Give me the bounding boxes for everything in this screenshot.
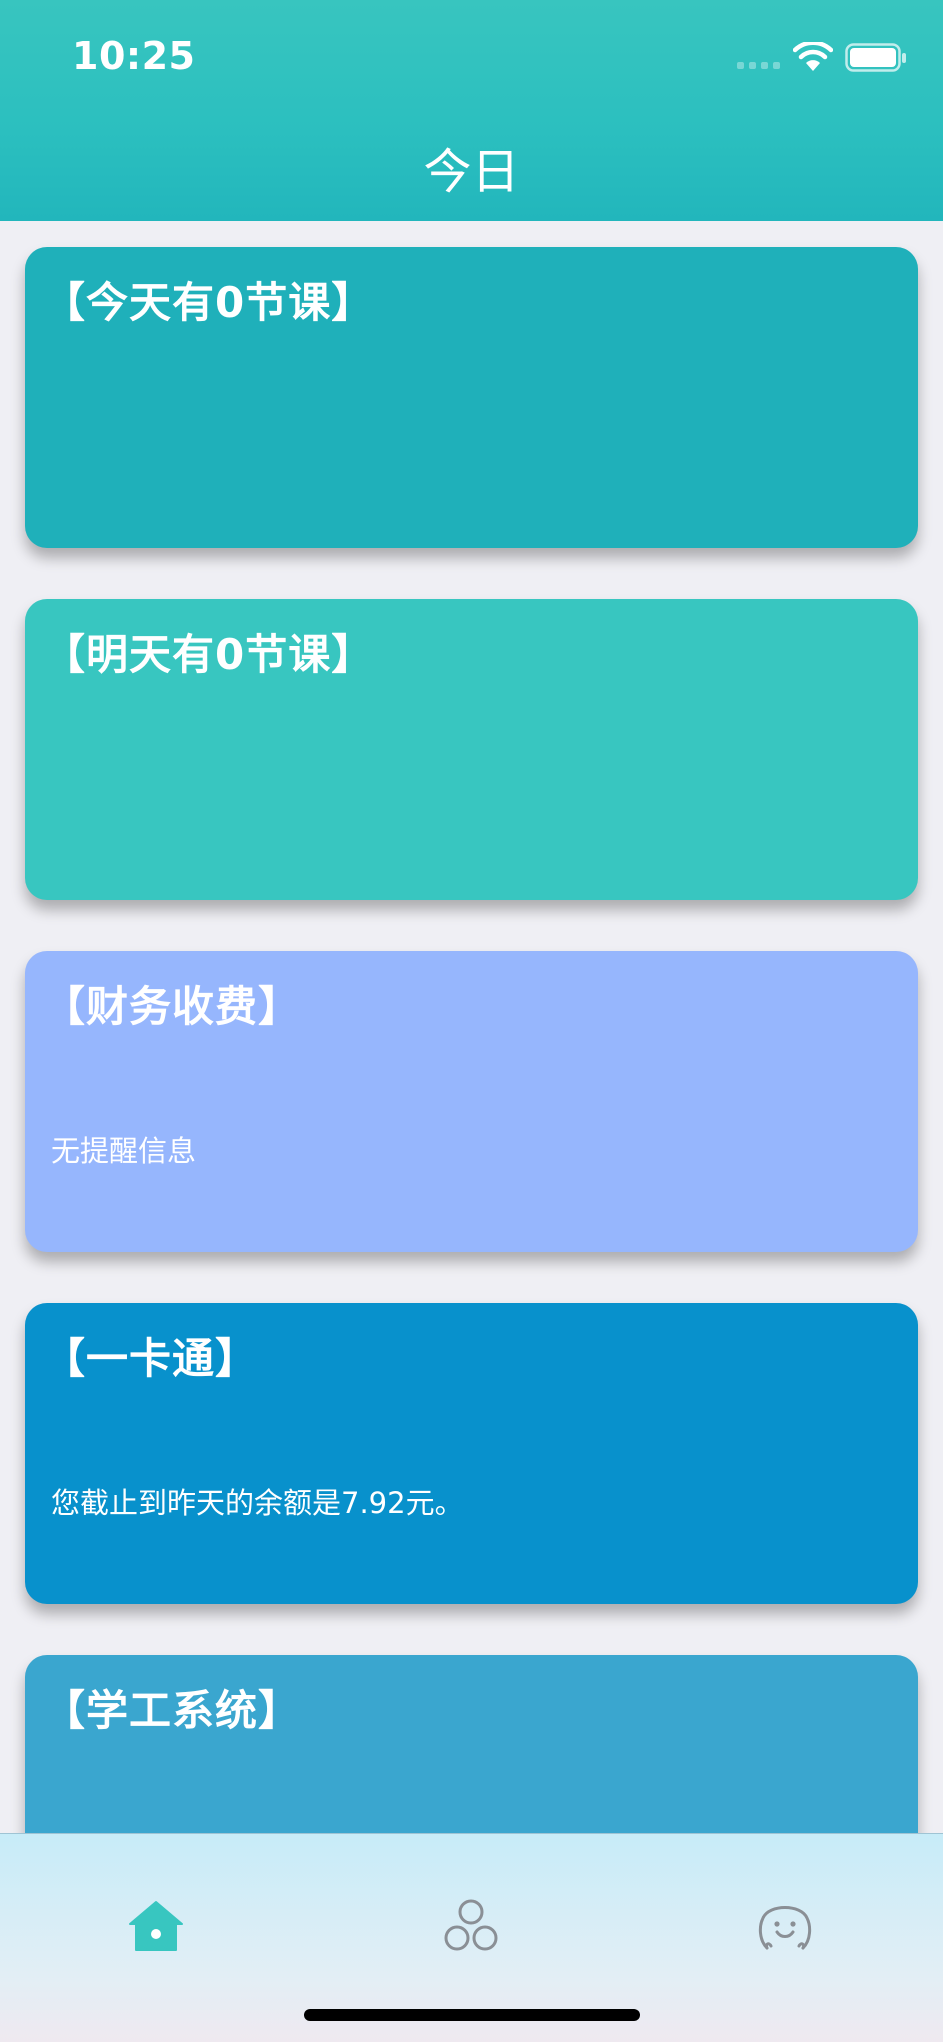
circles-icon	[444, 1899, 498, 1951]
card-title: 【一卡通】	[43, 1334, 259, 1383]
signal-icon	[737, 62, 780, 69]
face-icon	[758, 1906, 812, 1950]
home-indicator[interactable]	[304, 2009, 640, 2021]
card-body: 您截止到昨天的余额是7.92元。	[51, 1486, 464, 1520]
status-time: 10:25	[72, 34, 196, 78]
card-title: 【今天有0节课】	[43, 278, 375, 327]
page-title: 今日	[423, 144, 520, 200]
card-body: 无提醒信息	[51, 1134, 197, 1168]
card-tomorrow-classes[interactable]: 【明天有0节课】	[25, 599, 918, 900]
card-today-classes[interactable]: 【今天有0节课】	[25, 247, 918, 548]
tab-apps[interactable]	[441, 1896, 501, 1956]
card-campus-card[interactable]: 【一卡通】 您截止到昨天的余额是7.92元。	[25, 1303, 918, 1604]
tab-home[interactable]	[126, 1896, 186, 1956]
card-title: 【学工系统】	[43, 1686, 302, 1735]
battery-icon	[845, 43, 906, 72]
header: 10:25 今日	[0, 0, 943, 221]
wifi-icon	[793, 42, 833, 71]
card-finance[interactable]: 【财务收费】 无提醒信息	[25, 951, 918, 1252]
home-icon	[129, 1901, 183, 1951]
card-title: 【财务收费】	[43, 982, 302, 1031]
screen: 10:25 今日 【今天有0节课】 【明天有0节课】 【财务收费】 无提醒信息 …	[0, 0, 943, 2042]
card-title: 【明天有0节课】	[43, 630, 375, 679]
tab-profile[interactable]	[755, 1896, 815, 1956]
